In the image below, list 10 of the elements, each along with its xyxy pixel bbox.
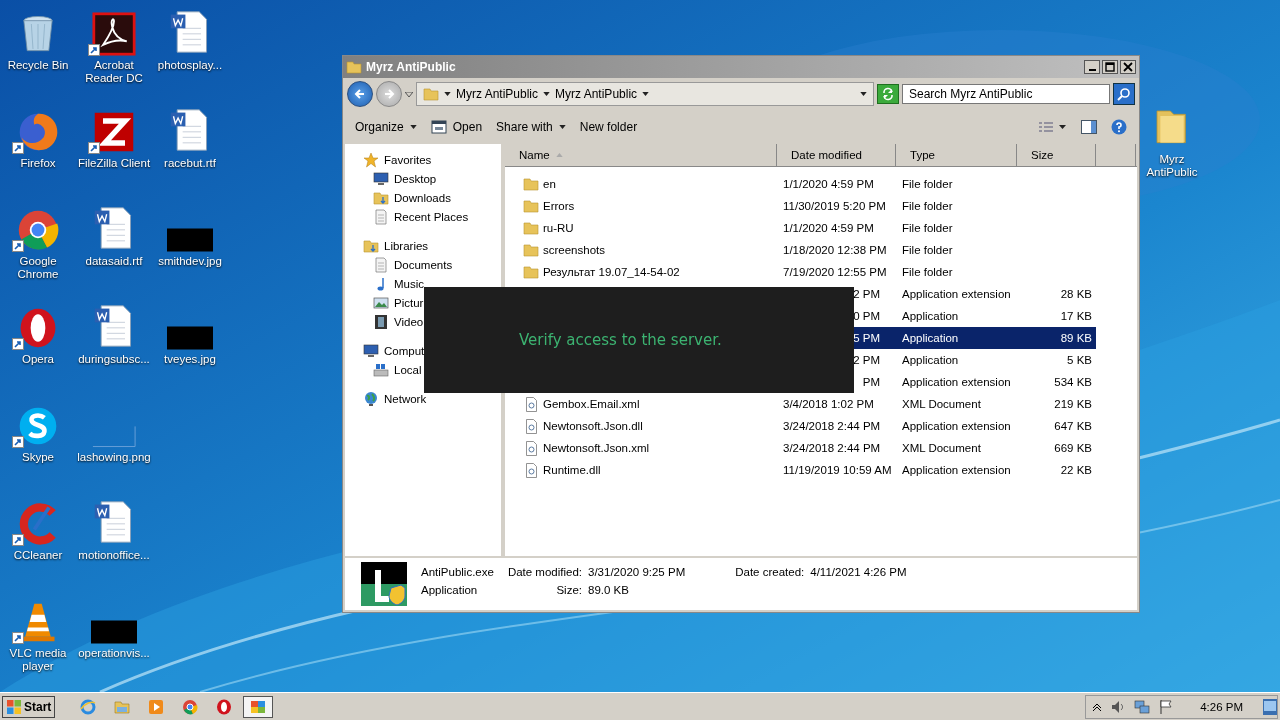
window-title: Myrz AntiPublic — [366, 60, 456, 74]
date-created-label: Date created: — [735, 566, 805, 578]
date-modified-label: Date modified: — [507, 566, 583, 578]
date-modified-value: 3/31/2020 9:25 PM — [588, 566, 686, 578]
size-value: 89.0 KB — [588, 584, 630, 596]
file-type: Application — [421, 584, 479, 596]
status-message: Verify access to the server. — [519, 331, 722, 349]
date-created-value: 4/11/2021 4:26 PM — [810, 566, 907, 578]
size-label: Size: — [555, 584, 583, 596]
file-name: AntiPublic.exe — [421, 566, 494, 578]
